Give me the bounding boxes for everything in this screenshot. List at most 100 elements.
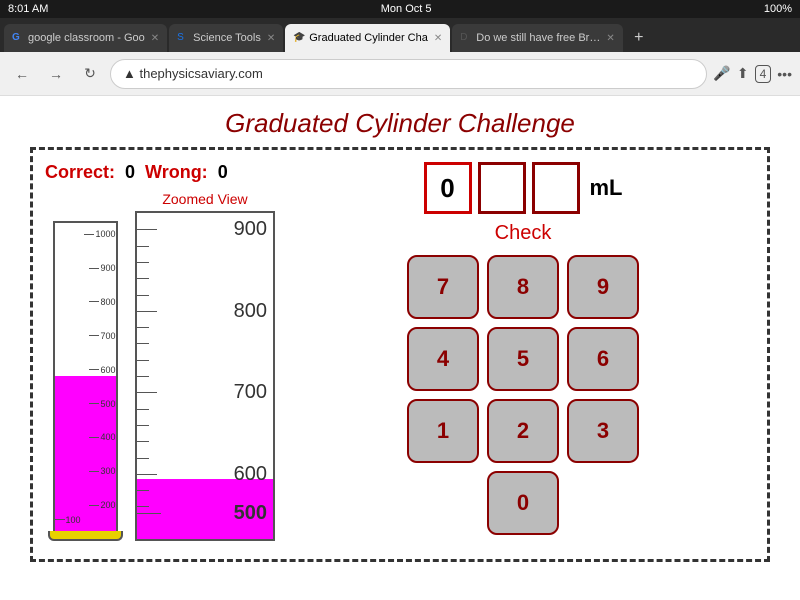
wrong-value: 0 — [218, 162, 228, 183]
tab-label-1: google classroom - Goo — [28, 32, 145, 44]
key-4[interactable]: 4 — [407, 327, 479, 391]
tab-close-3[interactable]: ✕ — [434, 33, 442, 44]
status-bar: 8:01 AM Mon Oct 5 100% — [0, 0, 800, 18]
battery-display: 100% — [764, 3, 792, 15]
ztick-sub12 — [137, 458, 149, 459]
tab-label-4: Do we still have free Br… — [476, 32, 600, 44]
zoomed-ticks: 900 800 — [137, 213, 273, 539]
tab-label-3: Graduated Cylinder Cha — [309, 32, 428, 44]
zoomed-label: Zoomed View — [162, 191, 247, 207]
share-icon[interactable]: ⬆ — [737, 65, 749, 82]
key-7[interactable]: 7 — [407, 255, 479, 319]
tick-1000: 1000 — [84, 229, 115, 239]
digit-box-2[interactable] — [532, 162, 580, 214]
ztick-sub3 — [137, 278, 149, 279]
ztick-sub14 — [137, 506, 149, 507]
ztick-700: 700 — [137, 392, 273, 393]
new-tab-button[interactable]: + — [625, 24, 653, 52]
key-2[interactable]: 2 — [487, 399, 559, 463]
page-title: Graduated Cylinder Challenge — [0, 96, 800, 147]
back-button[interactable]: ← — [8, 60, 36, 88]
key-9[interactable]: 9 — [567, 255, 639, 319]
cylinders-row: 1000 900 800 700 — [45, 191, 275, 541]
tick-800: 800 — [89, 297, 115, 307]
tabs-count[interactable]: 4 — [755, 65, 772, 83]
tab-label-2: Science Tools — [193, 32, 261, 44]
forward-button[interactable]: → — [42, 60, 70, 88]
tab-favicon-1: G — [12, 32, 24, 44]
tick-400: 400 — [89, 432, 115, 442]
ztick-900: 900 — [137, 229, 273, 230]
browser-chrome: 8:01 AM Mon Oct 5 100% G google classroo… — [0, 0, 800, 52]
menu-icon[interactable]: ••• — [777, 66, 792, 82]
address-bar-row: ← → ↻ ▲ thephysicsaviary.com 🎤 ⬆ 4 ••• — [0, 52, 800, 96]
time-display: 8:01 AM — [8, 3, 48, 15]
tab-favicon-4: D — [460, 32, 472, 44]
mic-icon[interactable]: 🎤 — [713, 65, 730, 82]
ztick-sub5 — [137, 327, 149, 328]
check-label: Check — [495, 222, 552, 245]
wrong-label: Wrong: — [145, 162, 208, 183]
correct-label: Correct: — [45, 162, 115, 183]
tab-close-2[interactable]: ✕ — [267, 33, 275, 44]
address-icons: 🎤 ⬆ 4 ••• — [713, 65, 792, 83]
tick-300: 300 — [89, 466, 115, 476]
ztick-500: 500 — [137, 513, 273, 514]
challenge-area: Correct: 0 Wrong: 0 1000 — [30, 147, 770, 562]
ztick-sub10 — [137, 425, 149, 426]
correct-value: 0 — [125, 162, 135, 183]
ztick-sub4 — [137, 295, 149, 296]
tab-favicon-3: 🎓 — [293, 32, 305, 44]
tab-google-classroom[interactable]: G google classroom - Goo ✕ — [4, 24, 167, 52]
reload-button[interactable]: ↻ — [76, 60, 104, 88]
cylinder-base — [48, 531, 123, 541]
key-8[interactable]: 8 — [487, 255, 559, 319]
right-panel: 0 mL Check 7 8 9 4 5 6 1 — [291, 162, 755, 547]
url-text: ▲ thephysicsaviary.com — [123, 66, 263, 81]
zoomed-section: Zoomed View 900 — [135, 191, 275, 541]
ztick-sub7 — [137, 360, 149, 361]
ztick-800: 800 — [137, 311, 273, 312]
tick-100: 100 — [55, 515, 116, 525]
main-cylinder: 1000 900 800 700 — [45, 221, 125, 541]
tick-900: 900 — [89, 263, 115, 273]
ztick-sub9 — [137, 409, 149, 410]
ztick-sub8 — [137, 376, 149, 377]
tab-science-tools[interactable]: S Science Tools ✕ — [169, 24, 283, 52]
tab-close-4[interactable]: ✕ — [606, 33, 614, 44]
address-field[interactable]: ▲ thephysicsaviary.com — [110, 59, 707, 89]
score-row: Correct: 0 Wrong: 0 — [45, 162, 275, 183]
answer-row: 0 mL — [424, 162, 623, 214]
key-1[interactable]: 1 — [407, 399, 479, 463]
keypad: 7 8 9 4 5 6 1 2 3 0 — [407, 255, 639, 535]
date-display: Mon Oct 5 — [381, 3, 432, 15]
tab-graduated-cylinder[interactable]: 🎓 Graduated Cylinder Cha ✕ — [285, 24, 450, 52]
digit-box-1[interactable] — [478, 162, 526, 214]
key-5[interactable]: 5 — [487, 327, 559, 391]
ztick-sub11 — [137, 441, 149, 442]
ztick-sub1 — [137, 246, 149, 247]
ztick-sub6 — [137, 343, 149, 344]
tick-500: 500 — [89, 399, 115, 409]
digit-box-0[interactable]: 0 — [424, 162, 472, 214]
cylinder-tick-labels: 1000 900 800 700 — [55, 223, 116, 531]
tabs-bar: G google classroom - Goo ✕ S Science Too… — [0, 18, 800, 52]
zoomed-cylinder: 900 800 — [135, 211, 275, 541]
ztick-sub13 — [137, 490, 149, 491]
key-0[interactable]: 0 — [487, 471, 559, 535]
tab-close-1[interactable]: ✕ — [151, 33, 159, 44]
page-content: Graduated Cylinder Challenge Correct: 0 … — [0, 96, 800, 600]
tick-600: 600 — [89, 365, 115, 375]
digit-0-value: 0 — [440, 173, 454, 204]
tab-favicon-2: S — [177, 32, 189, 44]
ztick-600: 600 — [137, 474, 273, 475]
key-3[interactable]: 3 — [567, 399, 639, 463]
tab-free[interactable]: D Do we still have free Br… ✕ — [452, 24, 623, 52]
key-6[interactable]: 6 — [567, 327, 639, 391]
tick-200: 200 — [89, 500, 115, 510]
cylinder-outer: 1000 900 800 700 — [53, 221, 118, 531]
left-panel: Correct: 0 Wrong: 0 1000 — [45, 162, 275, 547]
ztick-sub2 — [137, 262, 149, 263]
ml-label: mL — [590, 175, 623, 201]
tick-700: 700 — [89, 331, 115, 341]
